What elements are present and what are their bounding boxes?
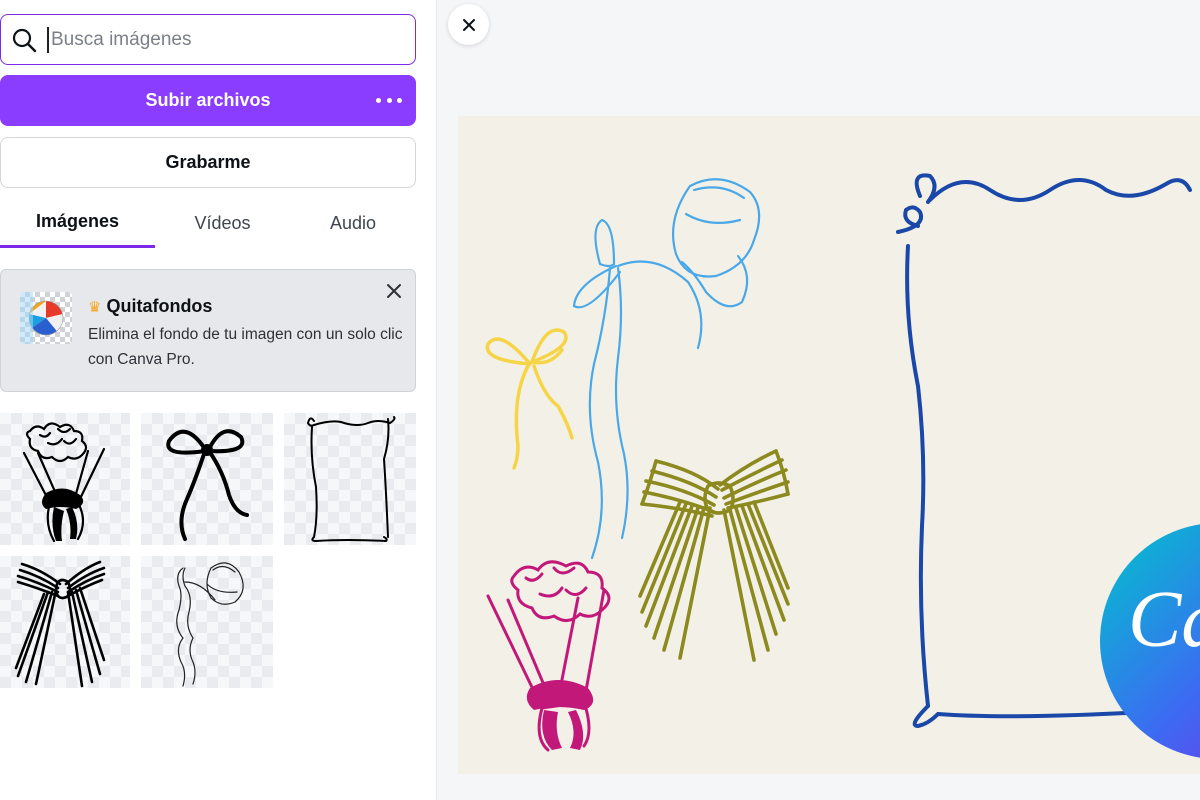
promo-description: Elimina el fondo de tu imagen con un sol… bbox=[88, 326, 403, 368]
side-panel: Subir archivos Grabarme Imágenes Vídeos … bbox=[0, 0, 437, 800]
promo-title: ♛ Quitafondos bbox=[88, 296, 212, 317]
tab-videos[interactable]: Vídeos bbox=[155, 198, 290, 248]
striped-bow-icon bbox=[14, 560, 106, 688]
tab-audio[interactable]: Audio bbox=[290, 198, 416, 248]
upload-files-label: Subir archivos bbox=[145, 90, 271, 110]
tab-images-label: Imágenes bbox=[35, 211, 120, 231]
design-canvas[interactable]: Ca bbox=[458, 116, 1200, 774]
search-box[interactable] bbox=[0, 14, 416, 65]
upload-files-button[interactable]: Subir archivos bbox=[0, 75, 416, 126]
bonnet-ribbon-icon bbox=[176, 562, 244, 687]
image-result-frame[interactable] bbox=[284, 413, 416, 545]
more-options-icon[interactable] bbox=[376, 89, 402, 111]
crown-icon: ♛ bbox=[88, 298, 102, 316]
close-icon bbox=[462, 18, 475, 31]
magenta-bouquet-knot bbox=[526, 680, 594, 710]
canva-logo-text: Ca bbox=[1128, 576, 1200, 664]
frame-sketch-icon bbox=[306, 416, 396, 543]
tab-images[interactable]: Imágenes bbox=[0, 198, 155, 248]
ribbon-bow-icon bbox=[166, 429, 249, 541]
beach-ball-thumbnail bbox=[20, 292, 72, 344]
image-result-ribbon-bow[interactable] bbox=[141, 413, 273, 545]
record-yourself-label: Grabarme bbox=[165, 152, 251, 172]
canva-logo-badge: Ca bbox=[1100, 524, 1200, 758]
background-remover-promo[interactable]: ♛ Quitafondos Elimina el fondo de tu ima… bbox=[0, 269, 416, 392]
tab-audio-label: Audio bbox=[329, 212, 377, 233]
search-input[interactable] bbox=[51, 28, 391, 51]
magenta-bouquet-tail bbox=[542, 710, 584, 750]
image-result-bouquet[interactable] bbox=[0, 413, 130, 545]
yellow-bow bbox=[485, 328, 574, 470]
promo-title-text: Quitafondos bbox=[106, 296, 213, 316]
text-caret bbox=[47, 26, 49, 53]
canvas-artwork: Ca bbox=[485, 173, 1200, 758]
close-icon[interactable] bbox=[385, 282, 403, 300]
bouquet-sketch-icon bbox=[22, 422, 106, 543]
close-panel-button[interactable] bbox=[448, 4, 489, 45]
olive-striped-bow bbox=[638, 449, 790, 662]
image-result-bonnet-ribbon[interactable] bbox=[141, 556, 273, 688]
record-yourself-button[interactable]: Grabarme bbox=[0, 137, 416, 188]
media-tabs: Imágenes Vídeos Audio bbox=[0, 198, 416, 250]
tab-videos-label: Vídeos bbox=[194, 212, 251, 233]
image-result-striped-bow[interactable] bbox=[0, 556, 130, 688]
search-icon bbox=[12, 28, 37, 52]
